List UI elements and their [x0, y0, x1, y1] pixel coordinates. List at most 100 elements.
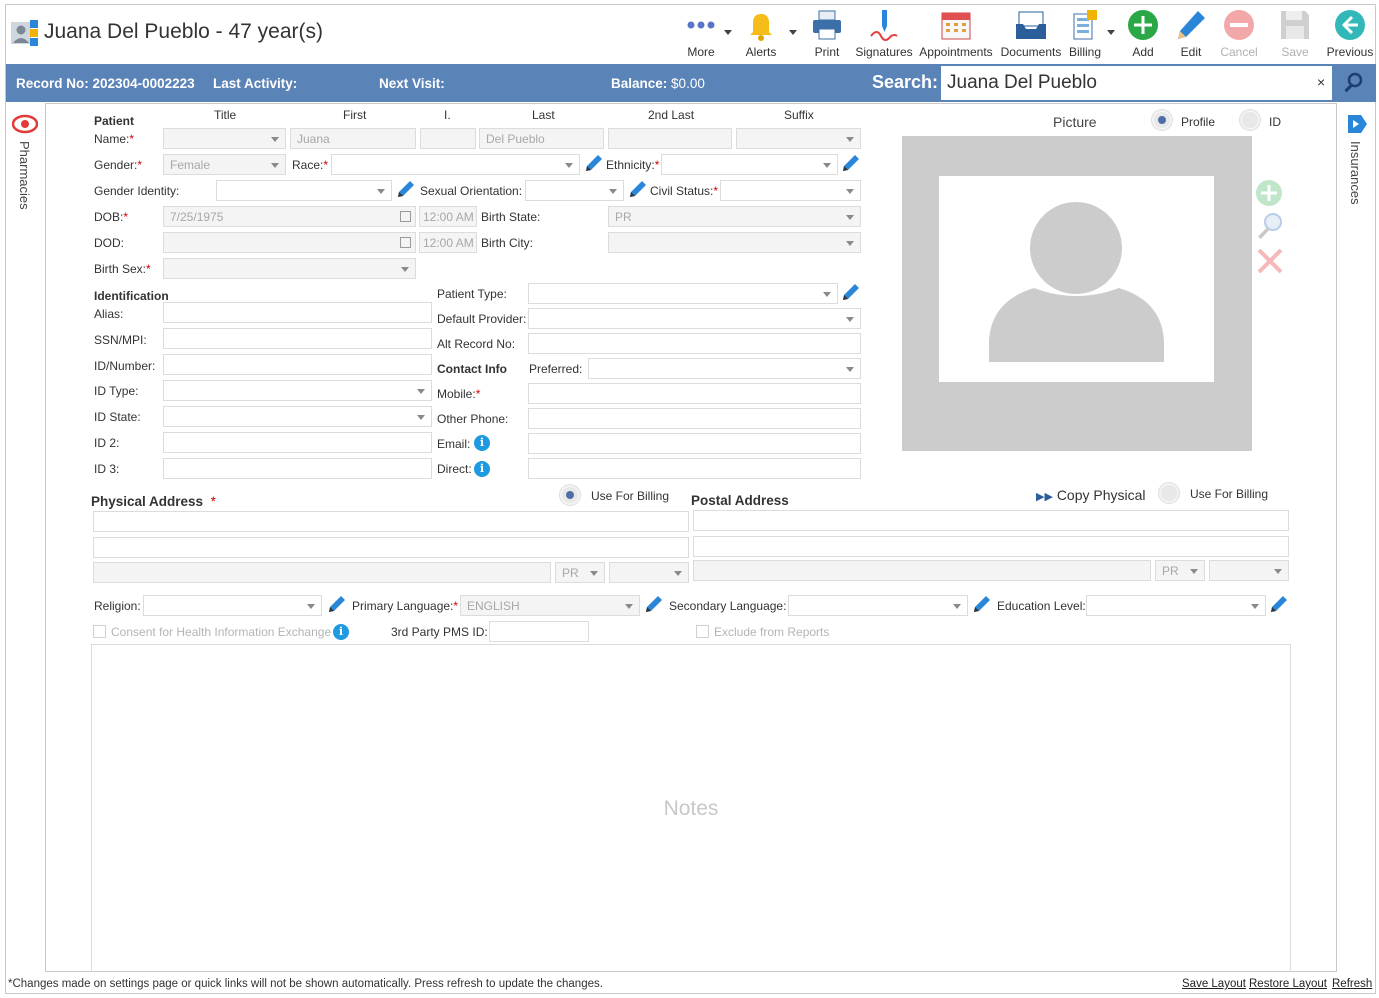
physical-state-select[interactable]: PR [555, 562, 605, 583]
cancel-button[interactable]: Cancel [1214, 6, 1264, 62]
middle-initial-input[interactable] [420, 128, 476, 149]
dob-time-input[interactable]: 12:00 AM [419, 206, 477, 227]
id-state-select[interactable] [163, 406, 432, 427]
insurances-side-tab[interactable]: Insurances [1337, 103, 1376, 972]
email-input[interactable] [528, 433, 861, 454]
billing-button[interactable]: Billing [1064, 6, 1106, 62]
zoom-picture-icon[interactable] [1255, 211, 1285, 241]
direct-info-icon[interactable]: i [474, 461, 490, 477]
add-picture-icon[interactable] [1255, 179, 1283, 207]
postal-use-for-billing-radio[interactable] [1159, 483, 1179, 503]
dod-date-input[interactable] [163, 232, 416, 253]
default-provider-select[interactable] [528, 308, 861, 329]
search-button[interactable] [1336, 68, 1370, 98]
search-clear-button[interactable]: × [1317, 74, 1325, 90]
search-input[interactable] [941, 66, 1332, 100]
ethnicity-edit-pencil-icon[interactable] [842, 154, 860, 172]
preferred-contact-select[interactable] [588, 358, 861, 379]
save-layout-link[interactable]: Save Layout [1182, 978, 1246, 990]
postal-address-line1[interactable] [693, 510, 1289, 531]
consent-checkbox[interactable] [93, 625, 106, 638]
ethnicity-select[interactable] [661, 154, 838, 175]
profile-picture[interactable] [939, 176, 1214, 382]
ssn-input[interactable] [163, 328, 432, 349]
secondary-language-select[interactable] [788, 595, 968, 616]
delete-picture-icon[interactable] [1255, 246, 1285, 276]
calendar-icon[interactable] [400, 237, 411, 248]
suffix-select[interactable] [736, 128, 861, 149]
patient-type-edit-pencil-icon[interactable] [842, 283, 860, 301]
appointments-label: Appointments [919, 45, 993, 59]
direct-input[interactable] [528, 458, 861, 479]
alerts-dropdown-icon[interactable] [789, 30, 797, 35]
more-button[interactable]: More [676, 6, 726, 62]
birth-state-select[interactable]: PR [608, 206, 861, 227]
restore-layout-link[interactable]: Restore Layout [1249, 978, 1327, 990]
ssn-label: SSN/MPI: [94, 333, 147, 347]
save-button[interactable]: Save [1270, 6, 1320, 62]
birth-city-select[interactable] [608, 232, 861, 253]
documents-button[interactable]: Documents [998, 6, 1064, 62]
physical-zip-select[interactable] [609, 562, 689, 583]
consent-info-icon[interactable]: i [333, 624, 349, 640]
dob-date-input[interactable]: 7/25/1975 [163, 206, 416, 227]
civil-status-select[interactable] [720, 180, 861, 201]
postal-zip-select[interactable] [1209, 560, 1289, 581]
signatures-button[interactable]: Signatures [855, 6, 913, 62]
postal-city-input[interactable] [693, 560, 1151, 581]
gender-identity-edit-pencil-icon[interactable] [397, 180, 415, 198]
education-level-edit-pencil-icon[interactable] [1270, 595, 1288, 613]
alt-record-input[interactable] [528, 333, 861, 354]
add-button[interactable]: Add [1118, 6, 1168, 62]
postal-address-line2[interactable] [693, 536, 1289, 557]
mobile-input[interactable] [528, 383, 861, 404]
print-button[interactable]: Print [802, 6, 852, 62]
sexual-orientation-edit-pencil-icon[interactable] [629, 180, 647, 198]
physical-address-line1[interactable] [93, 511, 689, 532]
second-last-name-input[interactable] [608, 128, 732, 149]
primary-language-select[interactable]: ENGLISH [460, 595, 640, 616]
education-level-select[interactable] [1086, 595, 1266, 616]
gender-select[interactable]: Female [163, 154, 286, 175]
previous-button[interactable]: Previous [1322, 6, 1378, 62]
postal-state-select[interactable]: PR [1155, 560, 1205, 581]
id-type-select[interactable] [163, 380, 432, 401]
id3-input[interactable] [163, 458, 432, 479]
alias-input[interactable] [163, 302, 432, 323]
dod-time-input[interactable]: 12:00 AM [419, 232, 477, 253]
billing-dropdown-icon[interactable] [1107, 30, 1115, 35]
race-select[interactable] [331, 154, 580, 175]
gender-identity-select[interactable] [216, 180, 392, 201]
physical-city-input[interactable] [93, 562, 551, 583]
birth-sex-select[interactable] [163, 258, 416, 279]
email-info-icon[interactable]: i [474, 435, 490, 451]
edit-button[interactable]: Edit [1166, 6, 1216, 62]
alerts-button[interactable]: Alerts [736, 6, 786, 62]
refresh-link[interactable]: Refresh [1332, 978, 1372, 990]
profile-picture-radio[interactable] [1152, 110, 1172, 130]
other-phone-input[interactable] [528, 408, 861, 429]
physical-use-for-billing-radio[interactable] [560, 485, 580, 505]
primary-language-edit-pencil-icon[interactable] [645, 595, 663, 613]
religion-edit-pencil-icon[interactable] [328, 595, 346, 613]
id-picture-radio[interactable] [1240, 110, 1260, 130]
first-name-input[interactable]: Juana [290, 128, 416, 149]
sexual-orientation-select[interactable] [525, 180, 624, 201]
more-dropdown-icon[interactable] [724, 30, 732, 35]
secondary-language-edit-pencil-icon[interactable] [973, 595, 991, 613]
pharmacies-side-tab[interactable]: Pharmacies [6, 103, 45, 972]
exclude-reports-checkbox[interactable] [696, 625, 709, 638]
physical-address-line2[interactable] [93, 537, 689, 558]
third-party-pms-input[interactable] [489, 621, 589, 642]
physical-address-title: Physical Address * [91, 494, 216, 509]
religion-select[interactable] [143, 595, 322, 616]
appointments-button[interactable]: Appointments [916, 6, 996, 62]
copy-physical-button[interactable]: ▶▶ Copy Physical [1036, 487, 1146, 503]
title-select[interactable] [163, 128, 286, 149]
patient-type-select[interactable] [528, 283, 838, 304]
id-number-input[interactable] [163, 354, 432, 375]
calendar-icon[interactable] [400, 211, 411, 222]
race-edit-pencil-icon[interactable] [585, 154, 603, 172]
last-name-input[interactable]: Del Pueblo [479, 128, 604, 149]
id2-input[interactable] [163, 432, 432, 453]
